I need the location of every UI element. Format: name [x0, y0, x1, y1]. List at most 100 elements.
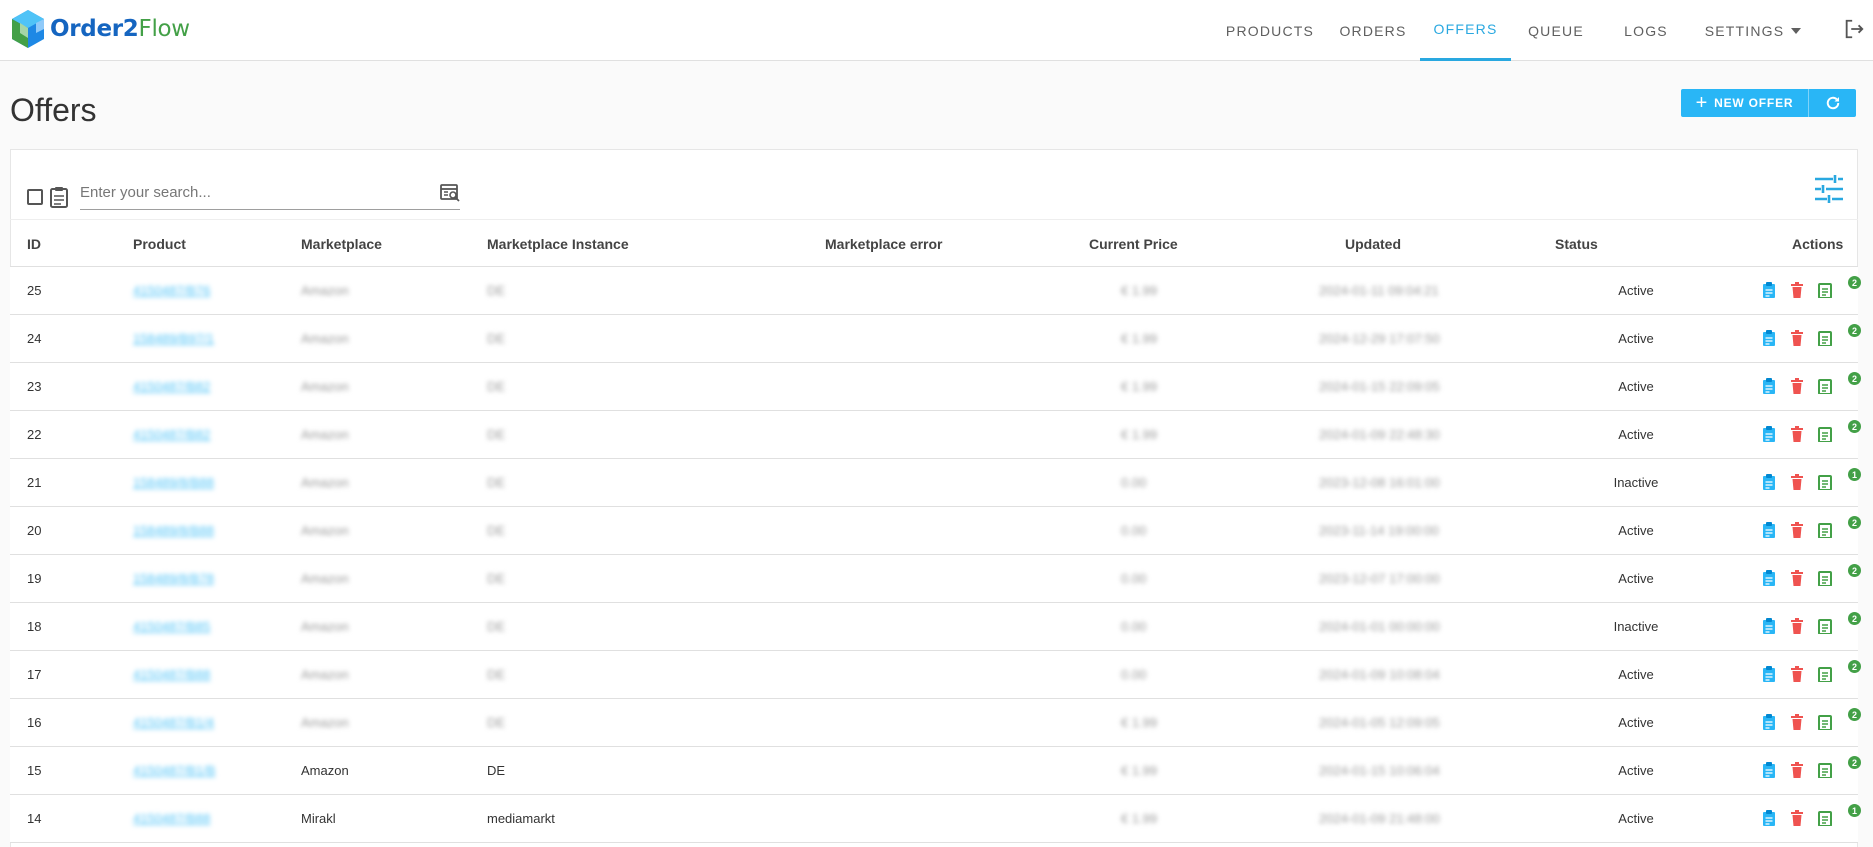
table-row[interactable]: 20 158489/8/B88 Amazon DE 0.00 2023-11-1…	[10, 507, 1861, 555]
nav-orders[interactable]: ORDERS	[1330, 0, 1416, 61]
edit-icon[interactable]	[1762, 810, 1776, 826]
delete-icon[interactable]	[1791, 762, 1803, 778]
cell-id: 23	[27, 379, 42, 394]
col-updated[interactable]: Updated	[1345, 220, 1401, 268]
nav-products[interactable]: PRODUCTS	[1214, 0, 1326, 61]
cell-marketplace: Amazon	[301, 667, 349, 682]
refresh-button[interactable]	[1808, 89, 1856, 117]
cell-product-link[interactable]: 4150487/B85	[133, 603, 210, 651]
edit-icon[interactable]	[1762, 426, 1776, 442]
logo-text: Order2Flow	[50, 16, 190, 42]
delete-icon[interactable]	[1791, 282, 1803, 298]
edit-icon[interactable]	[1762, 522, 1776, 538]
edit-icon[interactable]	[1762, 570, 1776, 586]
delete-icon[interactable]	[1791, 330, 1803, 346]
col-product[interactable]: Product	[133, 220, 186, 268]
cell-product-link[interactable]: 4150487/B82	[133, 411, 210, 459]
search-input[interactable]	[80, 176, 420, 208]
offer-count-badge: 2	[1848, 612, 1861, 625]
offer-history-icon[interactable]	[1818, 618, 1832, 634]
offer-history-icon[interactable]	[1818, 378, 1832, 394]
edit-icon[interactable]	[1762, 378, 1776, 394]
cell-product-link[interactable]: 158489/8/B88	[133, 507, 214, 555]
delete-icon[interactable]	[1791, 618, 1803, 634]
offer-history-icon[interactable]	[1818, 762, 1832, 778]
cell-status: Inactive	[1613, 619, 1659, 634]
table-row[interactable]: 19 158489/8/B78 Amazon DE 0.00 2023-12-0…	[10, 555, 1861, 603]
cell-status: Active	[1618, 379, 1654, 394]
col-current-price[interactable]: Current Price	[1089, 220, 1178, 268]
col-status[interactable]: Status	[1555, 220, 1598, 268]
offer-history-icon[interactable]	[1818, 426, 1832, 442]
offer-history-icon[interactable]	[1818, 570, 1832, 586]
offer-history-icon[interactable]	[1818, 714, 1832, 730]
table-row[interactable]: 18 4150487/B85 Amazon DE 0.00 2024-01-01…	[10, 603, 1861, 651]
new-offer-button[interactable]: + NEW OFFER	[1681, 89, 1808, 117]
search-list-icon[interactable]	[440, 184, 461, 202]
nav-queue[interactable]: QUEUE	[1515, 0, 1597, 61]
table-row[interactable]: 25 4150487/B76 Amazon DE € 1.99 2024-01-…	[10, 267, 1861, 315]
cell-product-link[interactable]: 158489/B97/1	[133, 315, 214, 363]
col-id[interactable]: ID	[27, 220, 41, 268]
table-row[interactable]: 17 4150487/B88 Amazon DE 0.00 2024-01-09…	[10, 651, 1861, 699]
nav-offers[interactable]: OFFERS	[1420, 0, 1511, 61]
edit-icon[interactable]	[1762, 714, 1776, 730]
offer-history-icon[interactable]	[1818, 666, 1832, 682]
cell-product-link[interactable]: 158489/8/B88	[133, 459, 214, 507]
table-row[interactable]: 16 4150487/B1/4 Amazon DE € 1.99 2024-01…	[10, 699, 1861, 747]
delete-icon[interactable]	[1791, 666, 1803, 682]
delete-icon[interactable]	[1791, 810, 1803, 826]
cell-product-link[interactable]: 4150487/B1/4	[133, 699, 214, 747]
cell-id: 16	[27, 715, 42, 730]
edit-icon[interactable]	[1762, 282, 1776, 298]
nav-logs[interactable]: LOGS	[1604, 0, 1688, 61]
logout-icon[interactable]	[1843, 18, 1865, 40]
offer-history-icon[interactable]	[1818, 474, 1832, 490]
cell-price: € 1.99	[1121, 811, 1158, 826]
delete-icon[interactable]	[1791, 378, 1803, 394]
delete-icon[interactable]	[1791, 570, 1803, 586]
offer-history-icon[interactable]	[1818, 810, 1832, 826]
cell-price: € 1.99	[1121, 427, 1158, 442]
cell-product-link[interactable]: 4150487/B1/B	[133, 747, 215, 795]
col-marketplace[interactable]: Marketplace	[301, 220, 382, 268]
delete-icon[interactable]	[1791, 714, 1803, 730]
cell-marketplace: Amazon	[301, 523, 349, 538]
tune-icon[interactable]	[1814, 175, 1844, 203]
table-row[interactable]: 14 4150487/B88 Mirakl mediamarkt € 1.99 …	[10, 795, 1861, 843]
col-marketplace-error[interactable]: Marketplace error	[825, 220, 943, 268]
offer-count-badge: 2	[1848, 708, 1861, 721]
select-all-checkbox[interactable]	[27, 189, 43, 205]
edit-icon[interactable]	[1762, 666, 1776, 682]
offer-history-icon[interactable]	[1818, 282, 1832, 298]
clipboard-icon[interactable]	[49, 186, 69, 208]
edit-icon[interactable]	[1762, 762, 1776, 778]
delete-icon[interactable]	[1791, 522, 1803, 538]
col-marketplace-instance[interactable]: Marketplace Instance	[487, 220, 629, 268]
edit-icon[interactable]	[1762, 330, 1776, 346]
table-row[interactable]: 21 158489/8/B88 Amazon DE 0.00 2023-12-0…	[10, 459, 1861, 507]
delete-icon[interactable]	[1791, 426, 1803, 442]
cell-product-link[interactable]: 158489/8/B78	[133, 555, 214, 603]
app-logo[interactable]: Order2Flow	[10, 8, 190, 50]
cell-product-link[interactable]: 4150487/B82	[133, 363, 210, 411]
nav-settings[interactable]: SETTINGS	[1698, 0, 1808, 61]
edit-icon[interactable]	[1762, 618, 1776, 634]
table-row[interactable]: 22 4150487/B82 Amazon DE € 1.99 2024-01-…	[10, 411, 1861, 459]
delete-icon[interactable]	[1791, 474, 1803, 490]
table-row[interactable]: 23 4150487/B82 Amazon DE € 1.99 2024-01-…	[10, 363, 1861, 411]
cell-product-link[interactable]: 4150487/B88	[133, 651, 210, 699]
cell-product-link[interactable]: 4150487/B88	[133, 795, 210, 843]
cell-instance: DE	[487, 379, 506, 394]
offer-history-icon[interactable]	[1818, 522, 1832, 538]
edit-icon[interactable]	[1762, 474, 1776, 490]
offer-history-icon[interactable]	[1818, 330, 1832, 346]
cell-updated: 2023-12-07 17:00:00	[1319, 571, 1440, 586]
cell-instance: mediamarkt	[487, 811, 555, 826]
table-row[interactable]: 15 4150487/B1/B Amazon DE € 1.99 2024-01…	[10, 747, 1861, 795]
cell-updated: 2024-01-09 21:48:00	[1319, 811, 1440, 826]
cell-instance: DE	[487, 619, 506, 634]
table-row[interactable]: 24 158489/B97/1 Amazon DE € 1.99 2024-12…	[10, 315, 1861, 363]
cell-product-link[interactable]: 4150487/B76	[133, 267, 210, 315]
cell-updated: 2024-01-15 10:06:04	[1319, 763, 1440, 778]
